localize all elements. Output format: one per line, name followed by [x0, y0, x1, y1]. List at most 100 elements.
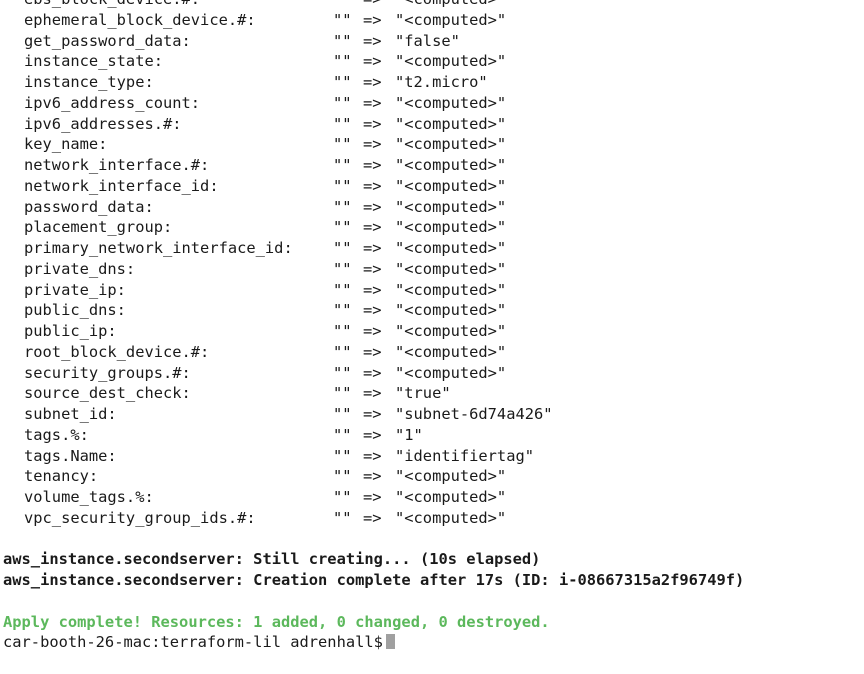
attribute-arrow: =>: [363, 10, 382, 29]
attribute-old-value: "": [333, 488, 352, 506]
attribute-row: network_interface.#: "" => "<computed>": [0, 155, 864, 176]
attribute-name: subnet_id:: [24, 405, 117, 423]
attribute-old-value: "": [333, 259, 352, 278]
attribute-row: tags.%: "" => "1": [0, 425, 864, 446]
attribute-old-value: "": [333, 31, 352, 50]
attribute-row: key_name: "" => "<computed>": [0, 134, 864, 155]
attribute-old-value: "": [333, 508, 352, 527]
attribute-new-value: "<computed>": [395, 135, 507, 154]
attribute-arrow: =>: [363, 446, 382, 465]
attribute-name: instance_state:: [24, 52, 163, 71]
attribute-new-value: "<computed>": [395, 322, 507, 340]
attribute-arrow: =>: [363, 322, 382, 340]
attribute-old-value: "": [333, 73, 352, 91]
shell-prompt: car-booth-26-mac:terraform-lil adrenhall…: [3, 632, 395, 653]
attribute-name: volume_tags.%:: [24, 488, 154, 506]
status-line: aws_instance.secondserver: Creation comp…: [0, 549, 864, 589]
attribute-name: placement_group:: [24, 218, 173, 237]
prompt-line[interactable]: car-booth-26-mac:terraform-lil adrenhall…: [0, 612, 864, 651]
attribute-row: ipv6_addresses.#: "" => "<computed>": [0, 114, 864, 135]
attribute-new-value: "<computed>": [395, 156, 507, 174]
attribute-new-value: "true": [395, 384, 451, 403]
attribute-new-value: "<computed>": [395, 197, 507, 216]
attribute-new-value: "<computed>": [395, 488, 507, 506]
attribute-arrow: =>: [363, 73, 382, 91]
attribute-row: root_block_device.#: "" => "<computed>": [0, 342, 864, 363]
attribute-old-value: "": [333, 363, 352, 382]
attribute-row: ebs_block_device.#: "" => "<computed>": [0, 0, 864, 10]
attribute-old-value: "": [333, 342, 352, 361]
attribute-name: public_ip:: [24, 322, 117, 340]
attribute-row: source_dest_check: "" => "true": [0, 383, 864, 404]
attribute-name: ipv6_address_count:: [24, 93, 201, 112]
attribute-arrow: =>: [363, 135, 382, 154]
attribute-arrow: =>: [363, 342, 382, 361]
attribute-arrow: =>: [363, 259, 382, 278]
prompt-text: car-booth-26-mac:terraform-lil adrenhall…: [3, 633, 383, 652]
apply-summary-line: Apply complete! Resources: 1 added, 0 ch…: [0, 591, 864, 631]
attribute-row: public_ip: "" => "<computed>": [0, 321, 864, 342]
attribute-old-value: "": [333, 197, 352, 216]
attribute-old-value: "": [333, 93, 352, 112]
attribute-arrow: =>: [363, 508, 382, 527]
attribute-old-value: "": [333, 176, 352, 195]
attribute-new-value: "<computed>": [395, 508, 507, 527]
attribute-row: instance_state: "" => "<computed>": [0, 51, 864, 72]
attribute-old-value: "": [333, 467, 352, 486]
attribute-name: private_ip:: [24, 280, 126, 299]
attribute-arrow: =>: [363, 280, 382, 299]
attribute-row: tags.Name: "" => "identifiertag": [0, 446, 864, 467]
attribute-arrow: =>: [363, 114, 382, 133]
attribute-row: private_ip: "" => "<computed>": [0, 280, 864, 301]
attribute-name: network_interface.#:: [24, 156, 210, 174]
attribute-name: tenancy:: [24, 467, 99, 486]
attribute-old-value: "": [333, 135, 352, 154]
attribute-new-value: "<computed>": [395, 93, 507, 112]
attribute-name: instance_type:: [24, 73, 154, 91]
attribute-arrow: =>: [363, 218, 382, 237]
attribute-name: primary_network_interface_id:: [24, 239, 293, 257]
attribute-name: get_password_data:: [24, 31, 191, 50]
attribute-row: tenancy: "" => "<computed>": [0, 466, 864, 487]
attribute-row: placement_group: "" => "<computed>": [0, 217, 864, 238]
attribute-new-value: "subnet-6d74a426": [395, 405, 553, 423]
attribute-new-value: "<computed>": [395, 239, 507, 257]
attribute-old-value: "": [333, 0, 352, 10]
attribute-arrow: =>: [363, 52, 382, 71]
attribute-old-value: "": [333, 114, 352, 133]
attribute-row: network_interface_id: "" => "<computed>": [0, 176, 864, 197]
status-line: aws_instance.secondserver: Still creatin…: [0, 529, 864, 568]
attribute-name: key_name:: [24, 135, 108, 154]
attribute-row: primary_network_interface_id: "" => "<compu…: [0, 238, 864, 259]
attribute-name: password_data:: [24, 197, 154, 216]
attribute-new-value: "<computed>": [395, 363, 507, 382]
attribute-name: ipv6_addresses.#:: [24, 114, 182, 133]
attribute-arrow: =>: [363, 0, 382, 10]
attribute-old-value: "": [333, 384, 352, 403]
attribute-name: public_dns:: [24, 301, 126, 320]
attribute-row: instance_type: "" => "t2.micro": [0, 72, 864, 93]
attribute-new-value: "<computed>": [395, 218, 507, 237]
attribute-name: root_block_device.#:: [24, 342, 210, 361]
attribute-new-value: "<computed>": [395, 114, 507, 133]
attribute-old-value: "": [333, 52, 352, 71]
attribute-arrow: =>: [363, 197, 382, 216]
attribute-arrow: =>: [363, 93, 382, 112]
attribute-arrow: =>: [363, 405, 382, 423]
attribute-new-value: "<computed>": [395, 10, 507, 29]
attribute-old-value: "": [333, 301, 352, 320]
attribute-name: network_interface_id:: [24, 176, 219, 195]
attribute-row: volume_tags.%: "" => "<computed>": [0, 487, 864, 508]
attribute-arrow: =>: [363, 363, 382, 382]
attribute-name: source_dest_check:: [24, 384, 191, 403]
attribute-old-value: "": [333, 156, 352, 174]
attribute-old-value: "": [333, 425, 352, 444]
attribute-name: tags.%:: [24, 425, 89, 444]
attribute-old-value: "": [333, 405, 352, 423]
attribute-name: ephemeral_block_device.#:: [24, 10, 256, 29]
attribute-row: private_dns: "" => "<computed>": [0, 259, 864, 280]
attribute-new-value: "<computed>": [395, 342, 507, 361]
attribute-row: ipv6_address_count: "" => "<computed>": [0, 93, 864, 114]
attribute-arrow: =>: [363, 301, 382, 320]
